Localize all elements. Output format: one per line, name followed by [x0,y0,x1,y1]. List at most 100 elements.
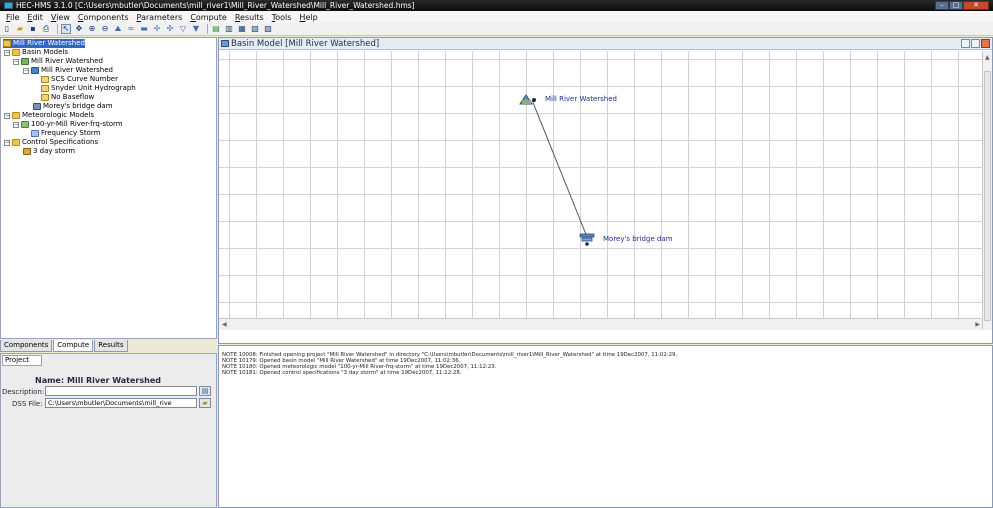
folder-icon [12,49,20,56]
results-graph-icon[interactable]: ▥ [224,24,234,34]
menu-help[interactable]: Help [295,13,321,22]
tree-item-control-spec[interactable]: 3 day storm [23,147,75,156]
arrow-select-icon[interactable]: ↖ [61,24,71,34]
zoom-out-icon[interactable]: ⊖ [100,24,110,34]
tree-item-reservoir[interactable]: Morey's bridge dam [33,102,113,111]
pan-icon[interactable]: ✥ [74,24,84,34]
reach-tool-icon[interactable]: ≈ [126,24,136,34]
folder-icon [12,112,20,119]
basin-map-canvas[interactable]: Mill River Watershed Morey's bridge dam … [219,51,983,330]
zoom-in-icon[interactable]: ⊕ [87,24,97,34]
scroll-right-icon[interactable]: ▶ [975,321,980,328]
reservoir-icon [579,233,595,246]
save-icon[interactable]: ▪ [28,24,38,34]
dss-file-label: DSS File: [12,400,43,408]
scroll-left-icon[interactable]: ◀ [222,321,227,328]
basin-frame-icon [221,40,229,47]
print-icon[interactable]: ⎙ [41,24,51,34]
open-icon[interactable]: ▰ [15,24,25,34]
component-tree[interactable]: Mill River Watershed − Basin Models − Mi… [0,37,217,339]
menu-file[interactable]: File [2,13,23,22]
method-icon [41,76,49,83]
browse-folder-icon[interactable]: ▰ [199,398,211,408]
tab-results[interactable]: Results [94,340,128,352]
scrollbar-thumb[interactable] [984,71,991,321]
basin-model-title-bar: Basin Model [Mill River Watershed] [219,38,992,50]
close-button[interactable]: ✕ [963,1,989,10]
source-tool-icon[interactable]: ▽ [178,24,188,34]
tree-item-control-specs[interactable]: − Control Specifications [4,138,98,147]
tree-item-met-model[interactable]: − 100-yr-Mill River-frq-storm [13,120,123,129]
vertical-scrollbar[interactable]: ▲ [982,51,992,330]
log-line: NOTE 10181: Opened control specification… [222,370,462,376]
tree-item-label: Mill River Watershed [41,66,113,74]
description-field[interactable] [45,386,197,396]
frame-maximize-button[interactable] [971,39,980,48]
summary-icon[interactable]: ▧ [250,24,260,34]
explorer-tabs: Components Compute Results [0,340,129,352]
reservoir-tool-icon[interactable]: ▬ [139,24,149,34]
basin-model-frame: Basin Model [Mill River Watershed] Mill … [218,37,993,344]
method-icon [41,85,49,92]
menu-view[interactable]: View [47,13,74,22]
collapse-icon[interactable]: − [4,139,10,146]
maximize-button[interactable]: □ [949,1,963,10]
sink-tool-icon[interactable]: ▼ [191,24,201,34]
storm-icon [31,130,39,137]
tree-item-label: 3 day storm [33,147,76,155]
horizontal-scrollbar[interactable]: ◀ ▶ [219,318,983,330]
new-icon[interactable]: ▯ [2,24,12,34]
collapse-icon[interactable]: − [4,112,10,119]
dss-file-field[interactable]: C:\Users\mbutler\Documents\mill_rive [45,398,197,408]
print-results-icon[interactable]: ▨ [263,24,273,34]
tree-item-basin-models[interactable]: − Basin Models [4,48,68,57]
tree-item-label: Morey's bridge dam [43,102,113,110]
minimize-button[interactable]: – [935,1,949,10]
menu-results[interactable]: Results [231,13,268,22]
tree-item-label: Snyder Unit Hydrograph [51,84,136,92]
reservoir-element[interactable]: Morey's bridge dam [579,232,673,246]
tree-item-precip-method[interactable]: Frequency Storm [31,129,100,138]
tab-compute[interactable]: Compute [53,340,94,352]
collapse-icon[interactable]: − [4,49,10,56]
compute-icon[interactable]: ▤ [211,24,221,34]
subbasin-element[interactable]: Mill River Watershed [519,93,617,105]
menu-components[interactable]: Components [74,13,133,22]
reservoir-icon [33,103,41,110]
subbasin-tool-icon[interactable]: ⛰ [113,24,123,34]
results-table-icon[interactable]: ▦ [237,24,247,34]
watershed-explorer: Mill River Watershed − Basin Models − Mi… [0,37,217,508]
tree-item-basin-model[interactable]: − Mill River Watershed [13,57,103,66]
tree-item-subbasin[interactable]: − Mill River Watershed [23,66,113,75]
tree-item-loss-method[interactable]: SCS Curve Number [41,75,118,84]
tree-item-baseflow-method[interactable]: No Baseflow [41,93,94,102]
message-log: NOTE 10008: Finished opening project "Mi… [218,345,993,508]
scroll-up-icon[interactable]: ▲ [985,54,990,61]
menu-bar: File Edit View Components Parameters Com… [0,11,993,23]
collapse-icon[interactable]: − [23,67,29,74]
menu-compute[interactable]: Compute [186,13,231,22]
diversion-tool-icon[interactable]: ✣ [165,24,175,34]
tree-item-transform-method[interactable]: Snyder Unit Hydrograph [41,84,136,93]
tree-item-label: Mill River Watershed [31,57,103,65]
description-edit-icon[interactable]: ▤ [199,386,211,396]
tree-item-project[interactable]: Mill River Watershed [3,39,85,48]
menu-tools[interactable]: Tools [268,13,296,22]
basin-model-icon [21,58,29,65]
tree-item-label: 100-yr-Mill River-frq-storm [31,120,123,128]
frame-close-button[interactable] [981,39,990,48]
name-value: Mill River Watershed [67,376,161,385]
frame-minimize-button[interactable] [961,39,970,48]
menu-parameters[interactable]: Parameters [133,13,187,22]
tab-components[interactable]: Components [0,340,53,352]
collapse-icon[interactable]: − [13,58,19,65]
tree-item-label: Frequency Storm [41,129,101,137]
tree-item-met-models[interactable]: − Meteorologic Models [4,111,94,120]
basin-model-title: Basin Model [Mill River Watershed] [231,39,380,49]
menu-edit[interactable]: Edit [23,13,47,22]
name-label: Name: [35,376,65,385]
junction-tool-icon[interactable]: ✢ [152,24,162,34]
collapse-icon[interactable]: − [13,121,19,128]
folder-icon [12,139,20,146]
tab-project[interactable]: Project [2,355,42,366]
